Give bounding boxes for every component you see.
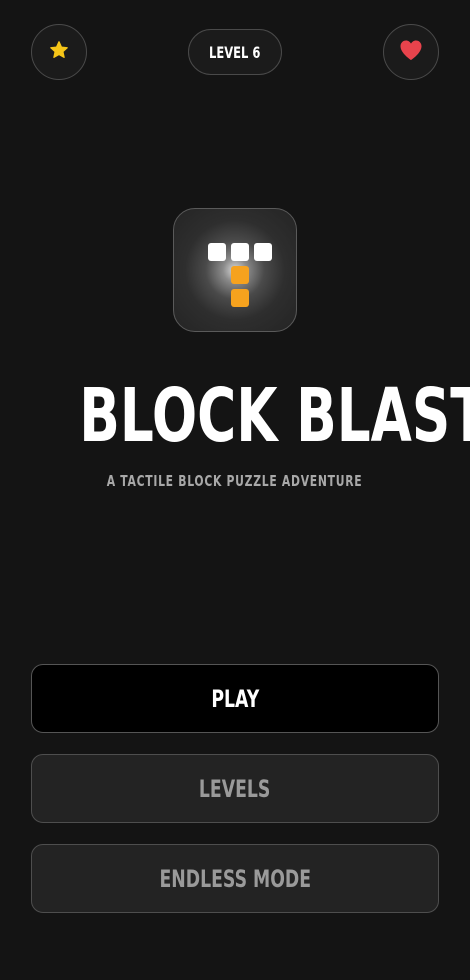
endless-mode-button[interactable]: ENDLESS MODE (31, 844, 439, 913)
play-button[interactable]: PLAY (31, 664, 439, 733)
levels-button[interactable]: LEVELS (31, 754, 439, 823)
favorites-button[interactable] (31, 24, 87, 80)
game-title: BLOCK BLAST (79, 373, 470, 459)
logo-block (254, 243, 272, 261)
logo-block (208, 243, 226, 261)
logo-block (231, 266, 249, 284)
game-logo (173, 208, 297, 332)
levels-button-label: LEVELS (199, 774, 271, 803)
logo-block (231, 289, 249, 307)
play-button-label: PLAY (211, 684, 259, 713)
lives-button[interactable] (383, 24, 439, 80)
level-indicator[interactable]: LEVEL 6 (188, 29, 282, 75)
game-subtitle: A TACTILE BLOCK PUZZLE ADVENTURE (107, 472, 363, 490)
logo-block (231, 243, 249, 261)
heart-icon (399, 39, 423, 65)
star-icon (49, 40, 69, 64)
game-title-container: BLOCK BLAST (0, 376, 470, 456)
level-label: LEVEL 6 (209, 42, 261, 62)
game-subtitle-container: A TACTILE BLOCK PUZZLE ADVENTURE (0, 471, 470, 491)
endless-mode-button-label: ENDLESS MODE (159, 864, 311, 893)
